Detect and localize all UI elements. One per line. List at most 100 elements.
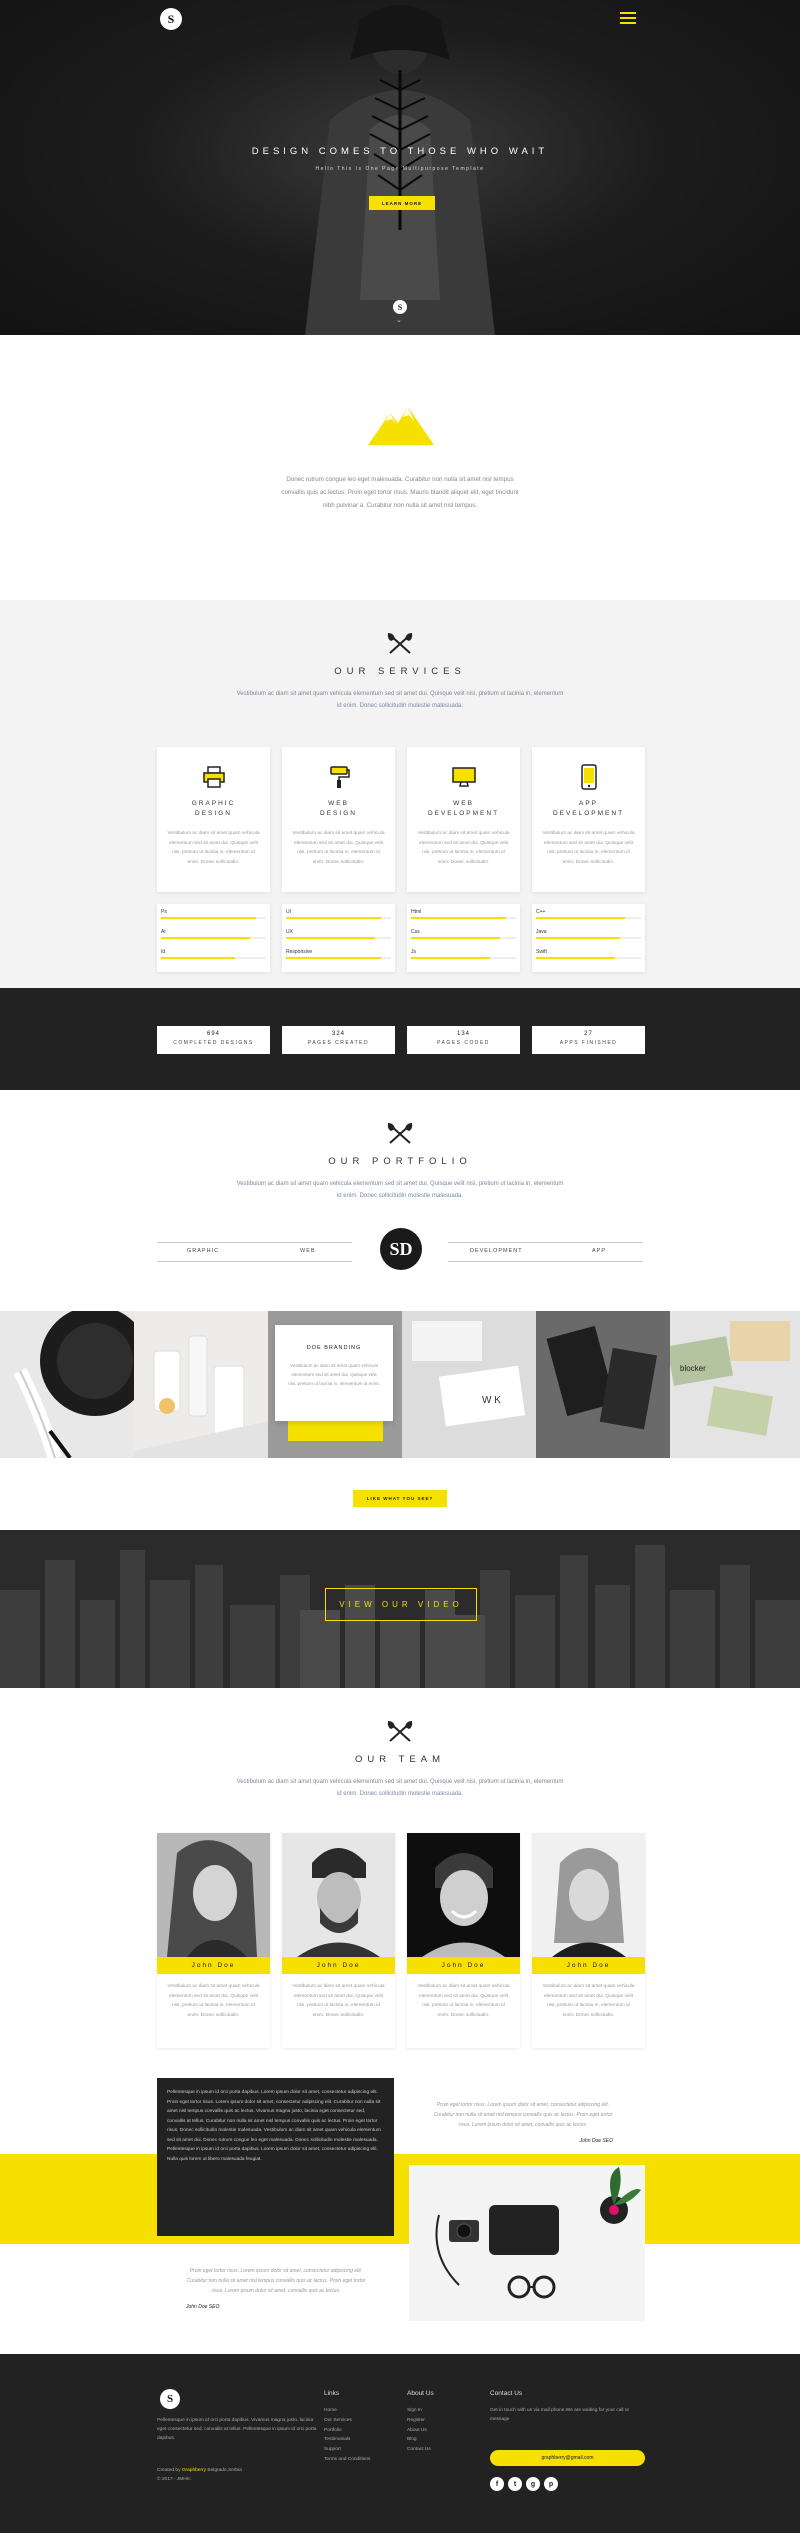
brand-logo[interactable]: S [160, 8, 182, 30]
portfolio-item-headphones[interactable] [0, 1311, 134, 1458]
testimonial-dark-box: Pellentesque in ipsum id orci porta dapi… [157, 2078, 394, 2236]
service-card-web-design[interactable]: WEB DESIGN Vestibulum ac diam sit amet qu… [282, 747, 395, 892]
team-member-card[interactable]: John Doe Vestibulum ac diam sit amet qua… [157, 1833, 270, 2048]
twitter-icon[interactable]: t [508, 2477, 522, 2491]
desk-photo [409, 2165, 645, 2321]
skill-row: Responsive [286, 948, 391, 968]
service-title-line1: WEB [453, 800, 474, 807]
service-title-line1: WEB [328, 800, 349, 807]
service-title-line2: DEVELOPMENT [552, 810, 625, 817]
scroll-logo-badge[interactable]: S [393, 300, 407, 314]
team-member-desc: Vestibulum ac diam sit amet quam vehicul… [167, 1984, 260, 2018]
footer-link-register[interactable]: Register [407, 2416, 434, 2426]
footer-email-button[interactable]: graphberry@gmail.com [490, 2450, 645, 2466]
portfolio-item-cosmetics[interactable] [134, 1311, 268, 1458]
stat-label: PAGES CREATED [307, 1040, 370, 1046]
team-member-card[interactable]: John Doe Vestibulum ac diam sit amet qua… [282, 1833, 395, 2048]
footer-link-terms[interactable]: Terms and Conditions [324, 2455, 370, 2465]
printer-icon [202, 766, 225, 788]
portfolio-item-business-cards[interactable]: W K [402, 1311, 536, 1458]
monitor-icon [451, 767, 476, 787]
service-card-app-development[interactable]: APP DEVELOPMENT Vestibulum ac diam sit am… [532, 747, 645, 892]
crossed-axes-icon [387, 1721, 413, 1742]
overlay-title: DOE BRANDING [306, 1345, 362, 1351]
paint-roller-icon [329, 766, 350, 788]
footer-link-portfolio[interactable]: Portfolio [324, 2426, 370, 2436]
quote-text: Proin eget tortor risus. Lorem ipsum dol… [433, 2102, 613, 2128]
team-section: OUR TEAM Vestibulum ac diam sit amet qua… [0, 1688, 800, 2078]
footer-credit: Created by Graphberry Belgrade,Serbia © … [157, 2466, 242, 2484]
portfolio-logo: SD [380, 1228, 422, 1270]
service-desc: Vestibulum ac diam sit amet quam vehicul… [417, 831, 510, 865]
stat-box: 27 APPS FINISHED [532, 1026, 645, 1054]
team-member-card[interactable]: John Doe Vestibulum ac diam sit amet qua… [532, 1833, 645, 2048]
service-card-graphic-design[interactable]: GRAPHIC DESIGN Vestibulum ac diam sit ame… [157, 747, 270, 892]
footer-link-contact-us[interactable]: Contact Us [407, 2445, 434, 2455]
services-title: OUR SERVICES [334, 666, 466, 677]
skill-bar [286, 957, 381, 959]
footer-about-column: About Us Sign In Register About Us Blog … [407, 2390, 434, 2455]
service-card-web-development[interactable]: WEB DEVELOPMENT Vestibulum ac diam sit am… [407, 747, 520, 892]
filter-graphic[interactable]: GRAPHIC [187, 1248, 219, 1254]
footer-link-support[interactable]: Support [324, 2445, 370, 2455]
filter-web[interactable]: WEB [300, 1248, 316, 1254]
footer-about-title: About Us [407, 2390, 434, 2397]
like-what-you-see-button[interactable]: LIKE WHAT YOU SEE? [353, 1490, 447, 1507]
credit-prefix: Created by [157, 2468, 181, 2473]
pinterest-icon[interactable]: p [544, 2477, 558, 2491]
filter-app[interactable]: APP [592, 1248, 606, 1254]
stats-section: 694 COMPLETED DESIGNS 324 PAGES CREATED 13… [0, 988, 800, 1090]
view-our-video-button[interactable]: VIEW OUR VIDEO [325, 1588, 477, 1621]
crossed-axes-icon [387, 1123, 413, 1144]
team-member-desc: Vestibulum ac diam sit amet quam vehicul… [292, 1984, 385, 2018]
stat-value: 134 [456, 1031, 470, 1037]
footer-link-home[interactable]: Home [324, 2406, 370, 2416]
team-member-name: John Doe [282, 1957, 395, 1974]
skill-row: C++ [536, 908, 641, 928]
skill-row: Java [536, 928, 641, 948]
facebook-icon[interactable]: f [490, 2477, 504, 2491]
team-member-desc: Vestibulum ac diam sit amet quam vehicul… [542, 1984, 635, 2018]
skill-bar [286, 937, 376, 939]
portfolio-item-blocker[interactable]: blocker [670, 1311, 800, 1458]
footer-link-testimonials[interactable]: Testimonials [324, 2435, 370, 2445]
hamburger-menu-icon[interactable] [620, 12, 636, 27]
credit-suffix: Belgrade,Serbia [207, 2468, 242, 2473]
portfolio-filter-left: GRAPHIC WEB [157, 1242, 352, 1262]
stat-value: 324 [331, 1031, 345, 1037]
chevron-down-icon[interactable]: ⌄ [396, 316, 402, 324]
skill-row: Ps [161, 908, 266, 928]
testimonials-section: Pellentesque in ipsum id orci porta dapi… [0, 2078, 800, 2354]
service-desc: Vestibulum ac diam sit amet quam vehicul… [167, 831, 260, 865]
skill-name: Ai [161, 929, 166, 935]
skill-row: Id [161, 948, 266, 968]
dribbble-icon[interactable]: g [526, 2477, 540, 2491]
skill-row: Html [411, 908, 516, 928]
testimonial-box-text: Pellentesque in ipsum id orci porta dapi… [167, 2090, 381, 2162]
footer-logo[interactable]: S [160, 2389, 180, 2409]
team-member-name: John Doe [157, 1957, 270, 1974]
learn-more-button[interactable]: LEARN MORE [369, 196, 435, 210]
stat-box: 134 PAGES CODED [407, 1026, 520, 1054]
skills-card-graphic: Ps Ai Id [157, 904, 270, 972]
team-member-name: John Doe [532, 1957, 645, 1974]
quote-author: John Doe SEO [579, 2138, 613, 2144]
skill-name: UX [286, 929, 293, 935]
portfolio-item-stone-cards[interactable] [536, 1311, 670, 1458]
hero-section: S DESIGN COMES TO THOSE WHO WAIT Hello T… [0, 0, 800, 335]
skill-bar [411, 957, 490, 959]
footer-link-services[interactable]: Our Services [324, 2416, 370, 2426]
footer-link-sign-in[interactable]: Sign In [407, 2406, 434, 2416]
filter-development[interactable]: DEVELOPMENT [470, 1248, 523, 1254]
stat-label: PAGES CODED [437, 1040, 490, 1046]
portfolio-overlay[interactable]: DOE BRANDING Vestibulum ac diam sit amet… [275, 1325, 393, 1421]
stat-box: 324 PAGES CREATED [282, 1026, 395, 1054]
footer-link-about-us[interactable]: About Us [407, 2426, 434, 2436]
footer-link-blog[interactable]: Blog [407, 2435, 434, 2445]
team-member-card[interactable]: John Doe Vestibulum ac diam sit amet qua… [407, 1833, 520, 2048]
services-section: OUR SERVICES Vestibulum ac diam sit amet… [0, 600, 800, 988]
credit-brand-link[interactable]: Graphberry [182, 2468, 206, 2473]
portfolio-title: OUR PORTFOLIO [328, 1156, 472, 1167]
footer-contact-title: Contact Us [490, 2390, 523, 2397]
service-title-line1: GRAPHIC [191, 800, 236, 807]
